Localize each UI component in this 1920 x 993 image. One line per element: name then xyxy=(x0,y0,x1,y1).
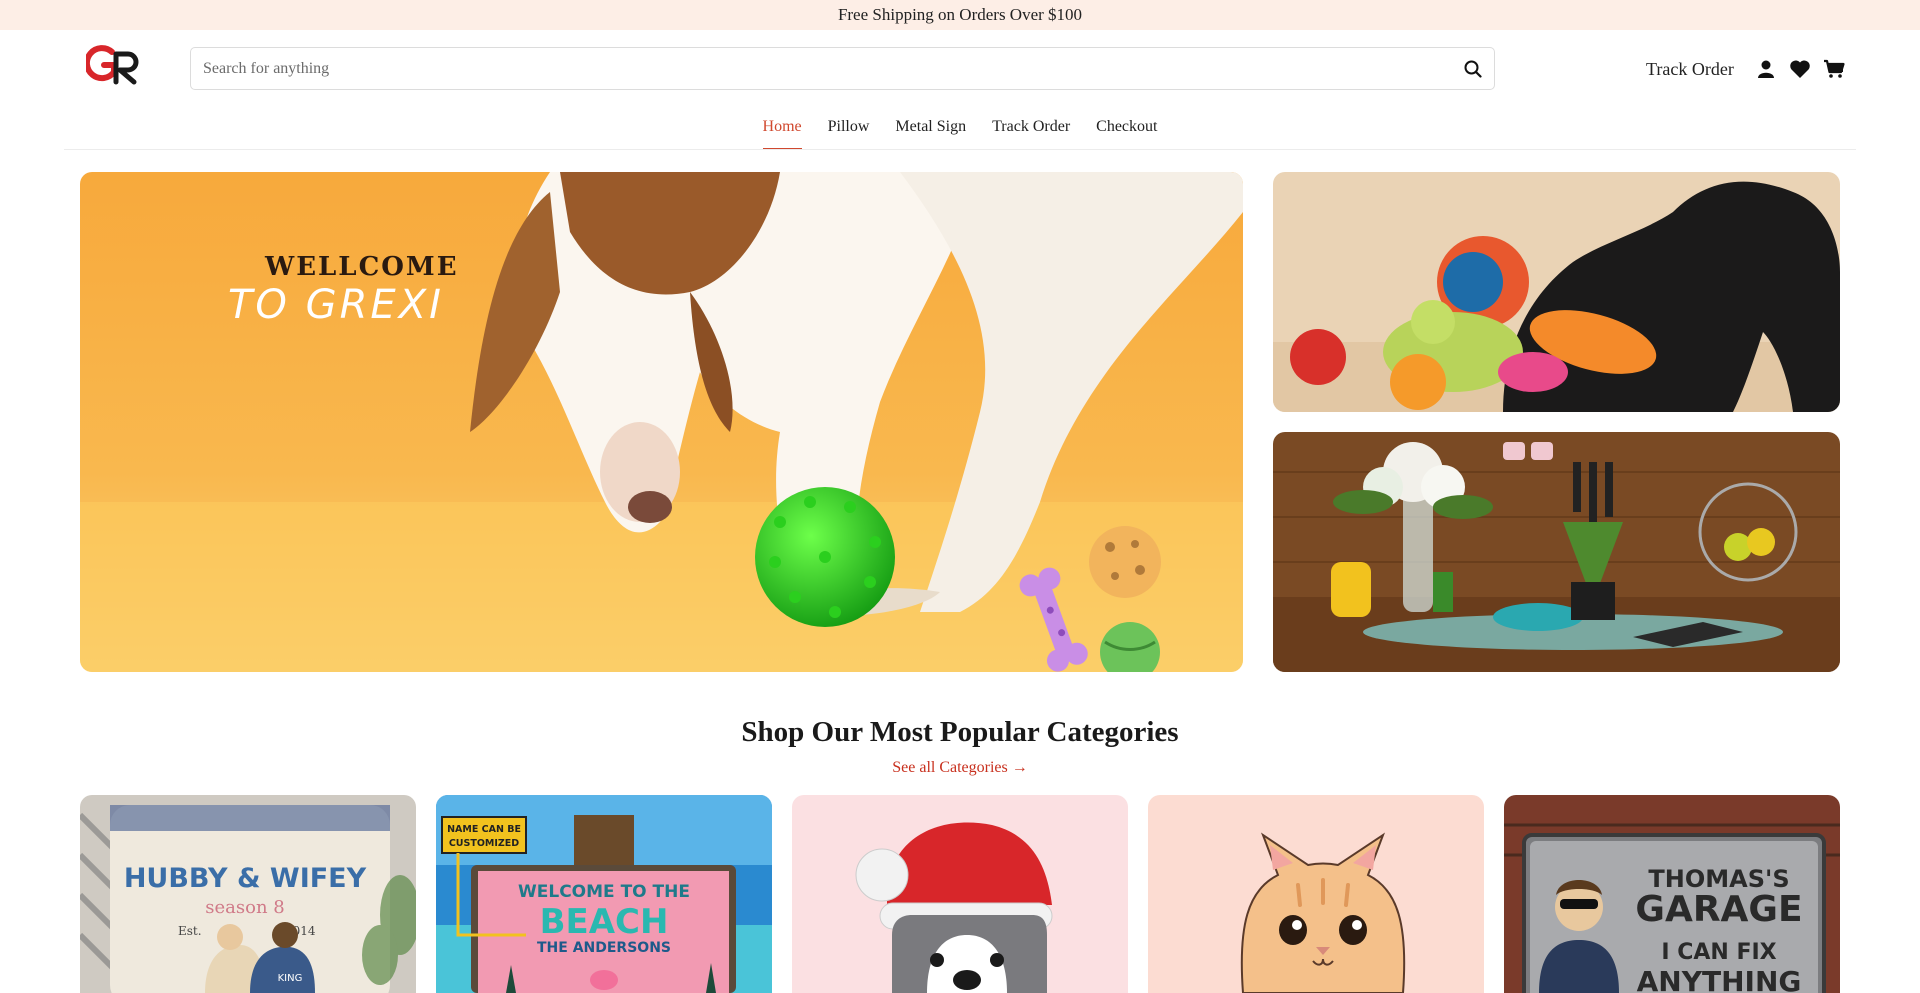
beach-sign-badge-line1: NAME CAN BE xyxy=(447,824,521,835)
garage-sign-line3: I CAN FIX xyxy=(1661,940,1776,965)
garage-sign-product-image: THOMAS'S GARAGE I CAN FIX ANYTHING xyxy=(1504,795,1840,993)
pillow-card-line1: HUBBY & WIFEY xyxy=(124,863,367,894)
hero-kitchen-image xyxy=(1273,432,1840,672)
header-actions: Track Order xyxy=(1646,56,1856,82)
beach-sign-line2: BEACH xyxy=(540,902,669,942)
announcement-text: Free Shipping on Orders Over $100 xyxy=(837,5,1083,24)
garage-sign-line4: ANYTHING xyxy=(1637,965,1802,993)
search-icon[interactable] xyxy=(1462,58,1484,80)
search-bar xyxy=(190,47,1495,90)
user-icon[interactable] xyxy=(1754,57,1778,81)
pillow-card-line2: season 8 xyxy=(205,897,284,918)
search-input[interactable] xyxy=(203,59,1462,78)
hero-welcome-line1: WELLCOME xyxy=(265,252,459,282)
cart-icon[interactable] xyxy=(1822,57,1846,81)
nav-item-pillow[interactable]: Pillow xyxy=(828,112,870,150)
dog-christmas-product-image xyxy=(792,795,1128,993)
hero-welcome-line2: TO GREXI xyxy=(228,282,444,328)
pillow-product-image: HUBBY & WIFEY season 8 Est. 2014 KING xyxy=(80,795,416,993)
category-card-cat[interactable] xyxy=(1148,795,1484,993)
hero-banner-toys[interactable] xyxy=(1273,172,1840,412)
category-card-pillow[interactable]: HUBBY & WIFEY season 8 Est. 2014 KING xyxy=(80,795,416,993)
garage-sign-line2: GARAGE xyxy=(1635,889,1802,930)
announcement-bar: Free Shipping on Orders Over $100 xyxy=(0,0,1920,30)
categories-section-title: Shop Our Most Popular Categories xyxy=(741,716,1179,748)
nav-item-checkout[interactable]: Checkout xyxy=(1096,112,1157,150)
hero-toys-image xyxy=(1273,172,1840,412)
header-track-order-link[interactable]: Track Order xyxy=(1646,59,1734,80)
nav-item-track-order[interactable]: Track Order xyxy=(992,112,1070,150)
see-all-categories-link[interactable]: See all Categories → xyxy=(0,759,1920,777)
beach-sign-product-image: WELCOME TO THE BEACH THE ANDERSONS NAME … xyxy=(436,795,772,993)
hero-banner-kitchen[interactable] xyxy=(1273,432,1840,672)
pillow-card-est: Est. xyxy=(178,924,202,938)
hero-banner-main[interactable]: WELLCOME TO GREXI xyxy=(80,172,1243,672)
beach-sign-line3: THE ANDERSONS xyxy=(537,940,671,956)
pillow-card-shirt-text: KING xyxy=(278,973,303,984)
nav-item-home[interactable]: Home xyxy=(762,112,802,150)
beach-sign-badge-line2: CUSTOMIZED xyxy=(449,838,519,849)
heart-icon[interactable] xyxy=(1788,57,1812,81)
category-card-beach-sign[interactable]: WELCOME TO THE BEACH THE ANDERSONS NAME … xyxy=(436,795,772,993)
hero-dog-image xyxy=(80,172,1243,672)
category-card-garage-sign[interactable]: THOMAS'S GARAGE I CAN FIX ANYTHING xyxy=(1504,795,1840,993)
main-nav: Home Pillow Metal Sign Track Order Check… xyxy=(0,112,1920,150)
beach-sign-line1: WELCOME TO THE xyxy=(518,882,690,902)
cat-product-image xyxy=(1148,795,1484,993)
nav-item-metal-sign[interactable]: Metal Sign xyxy=(895,112,966,150)
logo-icon[interactable] xyxy=(83,44,146,86)
category-card-dog-christmas[interactable] xyxy=(792,795,1128,993)
nav-divider xyxy=(64,149,1856,150)
